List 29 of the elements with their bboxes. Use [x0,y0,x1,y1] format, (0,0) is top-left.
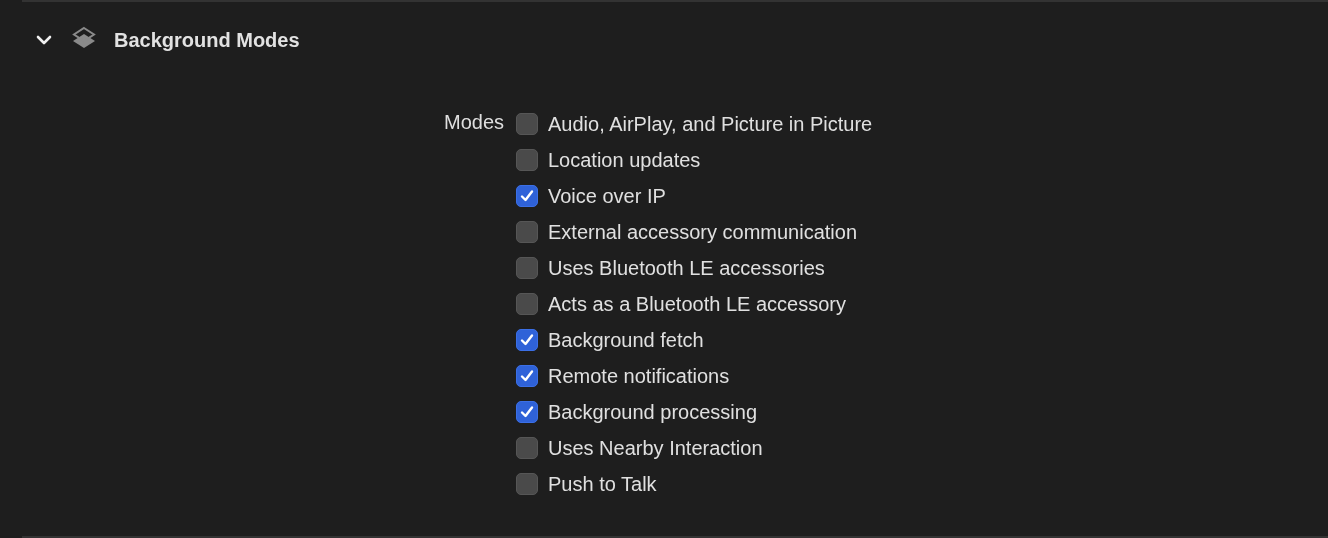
checkbox[interactable] [516,473,538,495]
checkbox[interactable] [516,185,538,207]
checkbox-label: Remote notifications [548,364,730,388]
checkbox-label: Location updates [548,148,701,172]
checkmark-icon [519,188,535,204]
checkbox-label: Background fetch [548,328,704,352]
checkbox-label: Acts as a Bluetooth LE accessory [548,292,846,316]
checkbox[interactable] [516,329,538,351]
checkbox-label: External accessory communication [548,220,857,244]
checkbox[interactable] [516,293,538,315]
checkbox-label: Background processing [548,400,757,424]
checkbox[interactable] [516,365,538,387]
checkbox-label: Audio, AirPlay, and Picture in Picture [548,112,873,136]
checkbox-label: Push to Talk [548,472,657,496]
checkbox-label: Uses Bluetooth LE accessories [548,256,825,280]
checkbox-label: Voice over IP [548,184,666,208]
checkbox[interactable] [516,149,538,171]
checkbox[interactable] [516,113,538,135]
checkmark-icon [519,368,535,384]
checkbox[interactable] [516,437,538,459]
checkbox-label: Uses Nearby Interaction [548,436,763,460]
checkbox[interactable] [516,401,538,423]
checkmark-icon [519,332,535,348]
checkbox[interactable] [516,257,538,279]
checkmark-icon [519,404,535,420]
section-title: Background Modes [114,28,300,52]
field-label: Modes [442,110,505,135]
chevron-icon[interactable] [36,34,52,46]
checkbox[interactable] [516,221,538,243]
